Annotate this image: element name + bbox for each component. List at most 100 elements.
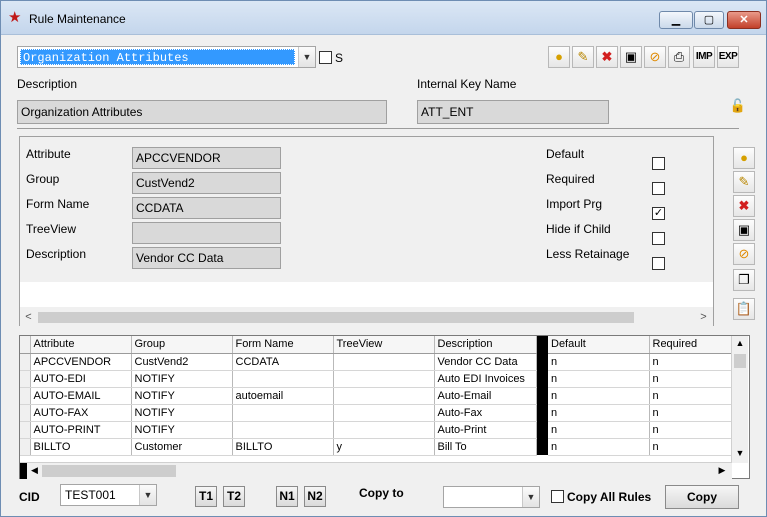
copy-all-rules-checkbox[interactable] xyxy=(551,490,564,503)
cancel-button[interactable]: ⊘ xyxy=(644,46,666,68)
n2-button[interactable]: N2 xyxy=(304,486,326,507)
side-cancel-button[interactable]: ⊘ xyxy=(733,243,755,265)
cell-default[interactable]: n xyxy=(548,404,650,422)
cell-group[interactable]: NOTIFY xyxy=(131,370,233,388)
n1-button[interactable]: N1 xyxy=(276,486,298,507)
cell-default[interactable]: n xyxy=(548,387,650,405)
table-row[interactable]: AUTO-EDI NOTIFY Auto EDI Invoices n n xyxy=(20,370,734,388)
side-paste-button[interactable]: 📋 xyxy=(733,298,755,320)
cell-form-name[interactable] xyxy=(232,421,334,439)
unlock-button[interactable]: 🔓 xyxy=(727,96,749,118)
import-button[interactable]: IMP xyxy=(693,46,715,68)
cell-treeview[interactable] xyxy=(333,353,435,371)
cell-required[interactable]: n xyxy=(649,438,734,456)
rules-grid[interactable]: Attribute Group Form Name TreeView Descr… xyxy=(19,335,750,479)
row-header[interactable] xyxy=(20,370,31,388)
cell-attribute[interactable]: AUTO-EMAIL xyxy=(30,387,132,405)
cell-attribute[interactable]: AUTO-PRINT xyxy=(30,421,132,439)
cell-group[interactable]: NOTIFY xyxy=(131,387,233,405)
cell-default[interactable]: n xyxy=(548,438,650,456)
cell-required[interactable]: n xyxy=(649,353,734,371)
table-row[interactable]: APCCVENDOR CustVend2 CCDATA Vendor CC Da… xyxy=(20,353,734,371)
t2-button[interactable]: T2 xyxy=(223,486,245,507)
col-header-required[interactable]: Required xyxy=(649,336,734,354)
cell-attribute[interactable]: APCCVENDOR xyxy=(30,353,132,371)
minimize-button[interactable]: ▁ xyxy=(659,11,693,29)
cell-group[interactable]: Customer xyxy=(131,438,233,456)
col-header-description[interactable]: Description xyxy=(434,336,537,354)
cell-group[interactable]: CustVend2 xyxy=(131,353,233,371)
table-row[interactable]: AUTO-FAX NOTIFY Auto-Fax n n xyxy=(20,404,734,422)
save-button[interactable]: ▣ xyxy=(620,46,642,68)
maximize-button[interactable]: ▢ xyxy=(694,11,724,29)
rule-select[interactable]: Organization Attributes ▼ xyxy=(17,46,316,68)
print-button[interactable]: ⎙ xyxy=(668,46,690,68)
default-checkbox[interactable] xyxy=(652,157,665,170)
side-new-button[interactable]: ● xyxy=(733,147,755,169)
new-button[interactable]: ● xyxy=(548,46,570,68)
cid-select[interactable]: TEST001 ▼ xyxy=(60,484,157,506)
row-header[interactable] xyxy=(20,353,31,371)
row-header[interactable] xyxy=(20,438,31,456)
side-delete-button[interactable]: ✖ xyxy=(733,195,755,217)
cell-required[interactable]: n xyxy=(649,404,734,422)
side-copy-button[interactable]: ❐ xyxy=(733,269,755,291)
grid-vertical-scrollbar[interactable]: ▲ ▼ xyxy=(731,336,748,463)
hide-if-child-checkbox[interactable] xyxy=(652,232,665,245)
cell-default[interactable]: n xyxy=(548,421,650,439)
cell-treeview[interactable]: y xyxy=(333,438,435,456)
close-button[interactable]: ✕ xyxy=(727,11,761,29)
scroll-right-icon[interactable]: > xyxy=(695,309,712,326)
scroll-down-icon[interactable]: ▼ xyxy=(732,448,748,458)
cell-treeview[interactable] xyxy=(333,370,435,388)
col-header-attribute[interactable]: Attribute xyxy=(30,336,132,354)
import-prg-checkbox[interactable]: ✓ xyxy=(652,207,665,220)
cell-form-name[interactable]: BILLTO xyxy=(232,438,334,456)
delete-button[interactable]: ✖ xyxy=(596,46,618,68)
chevron-down-icon[interactable]: ▼ xyxy=(522,487,539,507)
copy-button[interactable]: Copy xyxy=(665,485,739,509)
cell-treeview[interactable] xyxy=(333,387,435,405)
cell-treeview[interactable] xyxy=(333,404,435,422)
grid-hscroll-thumb[interactable] xyxy=(42,465,176,477)
grid-horizontal-scrollbar[interactable]: ◀ ▶ xyxy=(20,462,732,479)
cell-description[interactable]: Auto EDI Invoices xyxy=(434,370,537,388)
less-retainage-checkbox[interactable] xyxy=(652,257,665,270)
chevron-down-icon[interactable]: ▼ xyxy=(139,485,156,505)
cell-form-name[interactable]: CCDATA xyxy=(232,353,334,371)
col-header-group[interactable]: Group xyxy=(131,336,233,354)
cell-attribute[interactable]: AUTO-EDI xyxy=(30,370,132,388)
cell-description[interactable]: Auto-Print xyxy=(434,421,537,439)
scroll-right-icon[interactable]: ▶ xyxy=(716,465,728,476)
panel-horizontal-scrollbar[interactable]: < > xyxy=(20,309,713,326)
internal-key-field[interactable]: ATT_ENT xyxy=(417,100,609,124)
treeview-field[interactable] xyxy=(132,222,281,244)
panel-scroll-thumb[interactable] xyxy=(38,312,634,323)
cell-default[interactable]: n xyxy=(548,353,650,371)
cell-description[interactable]: Auto-Fax xyxy=(434,404,537,422)
title-bar[interactable]: ★ Rule Maintenance ▁ ▢ ✕ xyxy=(1,1,766,35)
s-checkbox[interactable] xyxy=(319,51,332,64)
cell-form-name[interactable]: autoemail xyxy=(232,387,334,405)
cell-default[interactable]: n xyxy=(548,370,650,388)
chevron-down-icon[interactable]: ▼ xyxy=(298,47,315,67)
group-field[interactable]: CustVend2 xyxy=(132,172,281,194)
cell-form-name[interactable] xyxy=(232,370,334,388)
attribute-field[interactable]: APCCVENDOR xyxy=(132,147,281,169)
cell-group[interactable]: NOTIFY xyxy=(131,421,233,439)
cell-required[interactable]: n xyxy=(649,387,734,405)
side-edit-button[interactable]: ✎ xyxy=(733,171,755,193)
table-row[interactable]: BILLTO Customer BILLTO y Bill To n n xyxy=(20,438,734,456)
detail-description-field[interactable]: Vendor CC Data xyxy=(132,247,281,269)
cell-required[interactable]: n xyxy=(649,421,734,439)
scroll-up-icon[interactable]: ▲ xyxy=(732,338,748,348)
edit-button[interactable]: ✎ xyxy=(572,46,594,68)
required-checkbox[interactable] xyxy=(652,182,665,195)
scroll-left-icon[interactable]: < xyxy=(20,309,37,326)
row-header[interactable] xyxy=(20,404,31,422)
row-header[interactable] xyxy=(20,421,31,439)
cell-group[interactable]: NOTIFY xyxy=(131,404,233,422)
export-button[interactable]: EXP xyxy=(717,46,739,68)
grid-vscroll-thumb[interactable] xyxy=(734,354,746,368)
scroll-left-icon[interactable]: ◀ xyxy=(30,465,39,476)
